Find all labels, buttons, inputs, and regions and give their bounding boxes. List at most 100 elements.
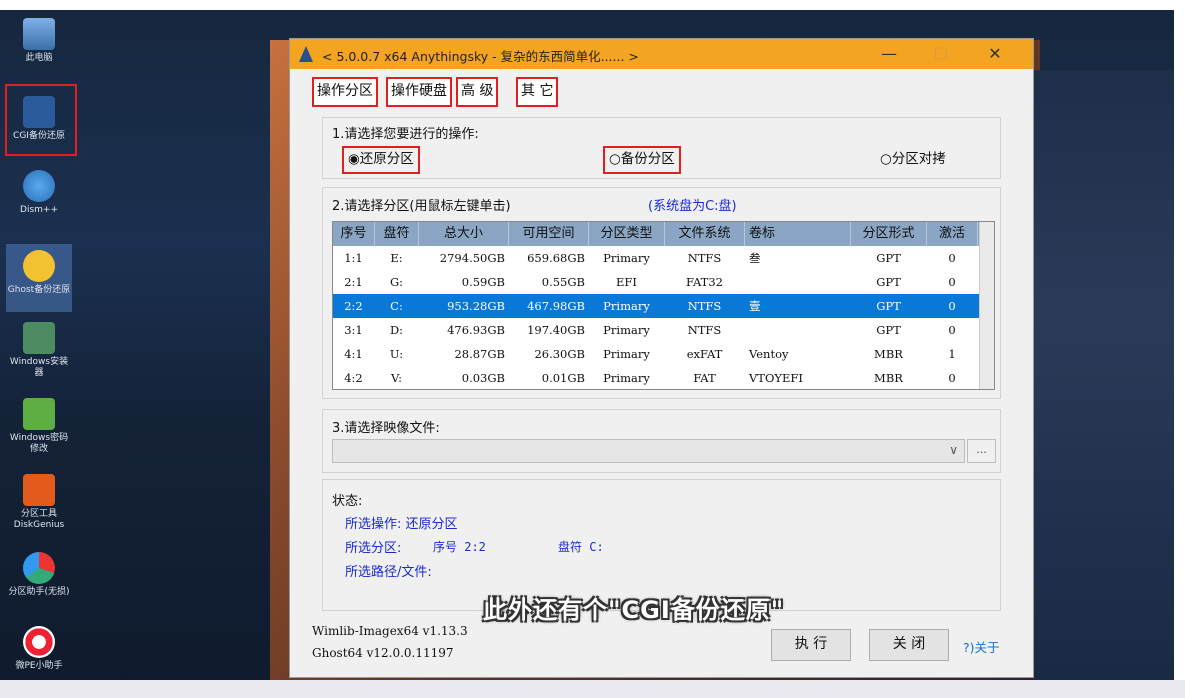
- table-row[interactable]: 3:1 D: 476.93GB 197.40GB Primary NTFS GPT 0: [333, 318, 994, 342]
- col-label[interactable]: 卷标: [745, 222, 851, 246]
- col-style[interactable]: 分区形式: [851, 222, 927, 246]
- desktop-icon-wininstaller[interactable]: Windows安装器: [6, 322, 72, 379]
- cell-total: 0.59GB: [461, 275, 505, 289]
- tab-partition[interactable]: 操作分区: [312, 77, 378, 107]
- desktop-icon-diskgenius[interactable]: 分区工具DiskGenius: [6, 474, 72, 531]
- cell-total: 2794.50GB: [439, 251, 505, 265]
- cell-drive: C:: [390, 299, 403, 313]
- cell-total: 0.03GB: [461, 371, 505, 385]
- tab-disk[interactable]: 操作硬盘: [386, 77, 452, 107]
- col-total[interactable]: 总大小: [419, 222, 509, 246]
- maximize-button[interactable]: ☐: [926, 43, 956, 65]
- desktop-icon-dism[interactable]: Dism++: [6, 170, 72, 216]
- pie-icon: [23, 552, 55, 584]
- table-scrollbar[interactable]: [979, 222, 994, 389]
- desktop-icon-label: Dism++: [20, 205, 58, 215]
- cell-active: 0: [948, 371, 956, 385]
- browse-button[interactable]: ...: [967, 439, 996, 463]
- cell-fs: NTFS: [687, 299, 722, 313]
- col-active[interactable]: 激活: [927, 222, 978, 246]
- cell-fs: NTFS: [687, 323, 722, 337]
- desktop-icon-label: 分区工具DiskGenius: [13, 509, 65, 530]
- col-type[interactable]: 分区类型: [589, 222, 665, 246]
- system-drive-note: (系统盘为C:盘): [648, 199, 737, 214]
- cell-active: 0: [948, 299, 956, 313]
- status-partition-drive: 盘符 C:: [558, 540, 604, 554]
- app-window: < 5.0.0.7 x64 Anythingsky - 复杂的东西简单化....…: [289, 38, 1034, 678]
- col-drive[interactable]: 盘符: [375, 222, 419, 246]
- cell-type: Primary: [603, 323, 650, 337]
- image-file-combo[interactable]: ∨: [332, 439, 965, 463]
- top-band: [0, 0, 1185, 10]
- table-row[interactable]: 4:1 U: 28.87GB 26.30GB Primary exFAT Ventoy MBR…: [333, 342, 994, 366]
- about-link[interactable]: ?)关于: [963, 637, 1000, 656]
- tab-other[interactable]: 其 它: [516, 77, 559, 107]
- cell-seq: 4:1: [344, 347, 363, 361]
- col-free[interactable]: 可用空间: [509, 222, 589, 246]
- cell-label: 叁: [749, 251, 761, 265]
- cell-drive: U:: [389, 347, 404, 361]
- gear-icon: [23, 170, 55, 202]
- bottom-strip: [0, 680, 1185, 698]
- cell-active: 0: [948, 323, 956, 337]
- diskgenius-icon: [23, 474, 55, 506]
- cell-fs: FAT: [693, 371, 716, 385]
- table-row[interactable]: 2:1 G: 0.59GB 0.55GB EFI FAT32 GPT 0: [333, 270, 994, 294]
- table-header: 序号 盘符 总大小 可用空间 分区类型 文件系统 卷标 分区形式 激活: [333, 222, 994, 246]
- desktop-icon-label: Windows密码修改: [9, 433, 69, 454]
- cell-type: Primary: [603, 347, 650, 361]
- partition-table[interactable]: 序号 盘符 总大小 可用空间 分区类型 文件系统 卷标 分区形式 激活 1:1 E…: [332, 221, 995, 390]
- cell-drive: E:: [390, 251, 403, 265]
- desktop-icon-pe-helper[interactable]: 微PE小助手: [6, 626, 72, 672]
- table-row[interactable]: 2:2 C: 953.28GB 467.98GB Primary NTFS 壹 GPT 0: [333, 294, 994, 318]
- status-title: 状态:: [332, 494, 363, 509]
- cell-style: GPT: [876, 323, 901, 337]
- desktop-icon-label: Ghost备份还原: [7, 285, 71, 295]
- status-operation: 所选操作: 还原分区: [345, 517, 458, 532]
- operation-title: 1.请选择您要进行的操作:: [332, 127, 479, 142]
- execute-button[interactable]: 执 行: [771, 629, 851, 661]
- cgi-highlight-box: [5, 84, 77, 156]
- desktop-icon-ghost[interactable]: Ghost备份还原: [6, 244, 72, 312]
- right-strip: [1174, 0, 1185, 698]
- cell-type: Primary: [603, 371, 650, 385]
- cell-label: 壹: [749, 299, 761, 313]
- cell-drive: D:: [389, 323, 404, 337]
- cell-type: Primary: [603, 299, 650, 313]
- video-subtitle: 此外还有个"CGI备份还原": [483, 596, 785, 624]
- desktop-icon-partition-assistant[interactable]: 分区助手(无损): [6, 552, 72, 598]
- desktop-icon-label: 分区助手(无损): [8, 587, 70, 597]
- close-window-button[interactable]: 关 闭: [869, 629, 949, 661]
- restore-radio[interactable]: ◉还原分区: [342, 146, 420, 174]
- desktop-icon-winpassword[interactable]: Windows密码修改: [6, 398, 72, 455]
- status-partition-seq: 序号 2:2: [433, 540, 486, 554]
- chevron-down-icon[interactable]: ∨: [949, 443, 958, 457]
- cell-style: GPT: [876, 251, 901, 265]
- cell-fs: FAT32: [686, 275, 723, 289]
- desktop-icon-label: 此电脑: [25, 53, 53, 63]
- col-fs[interactable]: 文件系统: [665, 222, 745, 246]
- minimize-button[interactable]: —: [874, 43, 904, 65]
- cell-drive: G:: [389, 275, 404, 289]
- title-bar[interactable]: < 5.0.0.7 x64 Anythingsky - 复杂的东西简单化....…: [290, 39, 1033, 69]
- cell-label: [749, 318, 847, 342]
- col-seq[interactable]: 序号: [333, 222, 375, 246]
- table-row[interactable]: 1:1 E: 2794.50GB 659.68GB Primary NTFS 叁 GPT 0: [333, 246, 994, 270]
- cell-seq: 4:2: [344, 371, 363, 385]
- status-partition-label: 所选分区:: [345, 541, 402, 556]
- tab-advanced[interactable]: 高 级: [456, 77, 499, 107]
- backup-radio[interactable]: ○备份分区: [603, 146, 681, 174]
- cell-style: GPT: [876, 275, 901, 289]
- ghost-icon: [23, 250, 55, 282]
- cell-seq: 1:1: [344, 251, 363, 265]
- cell-total: 953.28GB: [447, 299, 505, 313]
- cell-label: Ventoy: [749, 347, 789, 361]
- clone-radio[interactable]: ○分区对拷: [880, 148, 946, 172]
- cell-free: 26.30GB: [534, 347, 585, 361]
- cell-active: 0: [948, 251, 956, 265]
- cell-free: 0.01GB: [541, 371, 585, 385]
- desktop-icon-this-pc[interactable]: 此电脑: [6, 18, 72, 64]
- table-row[interactable]: 4:2 V: 0.03GB 0.01GB Primary FAT VTOYEFI MBR 0: [333, 366, 994, 389]
- close-button[interactable]: ✕: [980, 43, 1010, 65]
- cell-fs: exFAT: [686, 347, 723, 361]
